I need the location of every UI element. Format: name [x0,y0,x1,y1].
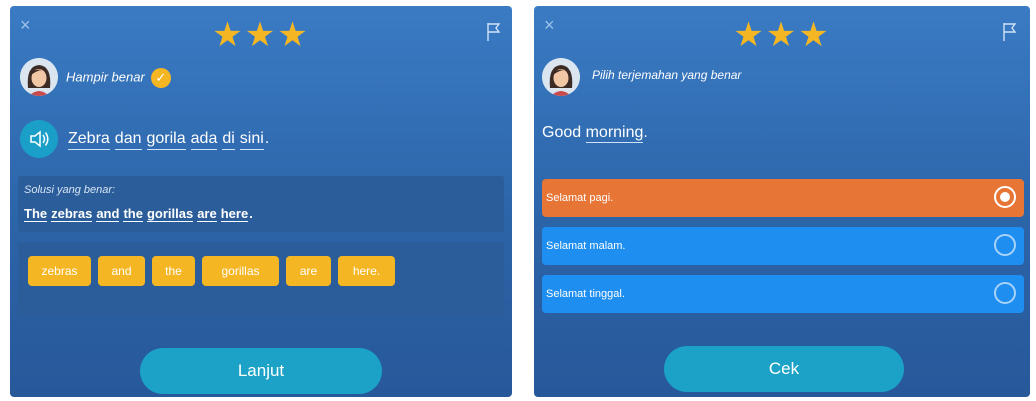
solution-sentence: The zebras and the gorillas are here. [24,206,253,222]
word-tile[interactable]: gorillas [202,256,279,286]
flag-icon[interactable] [486,22,502,42]
word-tile[interactable]: zebras [28,256,91,286]
sentence-punctuation: . [264,130,270,147]
instruction-text: Pilih terjemahan yang benar [592,68,742,82]
speaker-icon[interactable] [20,120,58,158]
word-tile[interactable]: here. [338,256,395,286]
answer-area: zebras and the gorillas are here. [18,242,504,316]
answer-option[interactable]: Selamat pagi. [542,179,1024,217]
option-label: Selamat malam. [546,240,626,252]
solution-word: here [220,206,249,222]
check-button[interactable]: Cek [664,346,904,392]
sentence-word[interactable]: sini [239,130,264,150]
word-tile[interactable]: the [152,256,195,286]
word-tile[interactable]: and [98,256,145,286]
sentence-word[interactable]: dan [114,130,142,150]
option-label: Selamat tinggal. [546,288,625,300]
solution-word: and [96,206,120,222]
check-icon: ✓ [150,68,171,88]
star-rating: ★★★ [212,16,310,54]
source-sentence: Zebra dan gorila ada di sini. [68,130,269,150]
feedback-panel: × ★★★ Hampir benar ✓ Zebra dan gorila ada di s… [10,6,512,397]
answer-option[interactable]: Selamat malam. [542,227,1024,265]
avatar [20,58,58,96]
option-label: Selamat pagi. [546,192,614,204]
solution-word: the [123,206,143,222]
sentence-word[interactable]: gorila [146,130,186,150]
solution-punctuation: . [249,206,253,221]
flag-icon[interactable] [1002,22,1018,42]
prompt-punctuation: . [643,124,648,141]
avatar [542,58,580,96]
answer-option[interactable]: Selamat tinggal. [542,275,1024,313]
sentence-word[interactable]: ada [190,130,218,150]
feedback-message: Hampir benar ✓ [66,68,171,88]
radio-selected-icon[interactable] [994,186,1016,208]
solution-word: gorillas [146,206,194,222]
solution-label: Solusi yang benar: [24,184,116,196]
continue-button[interactable]: Lanjut [140,348,382,394]
solution-box: Solusi yang benar: The zebras and the gorill… [18,176,504,232]
question-panel: × ★★★ Pilih terjemahan yang benar Good m… [534,6,1030,397]
solution-word: zebras [51,206,93,222]
word-tile[interactable]: are [286,256,331,286]
star-rating: ★★★ [733,16,831,54]
solution-word: are [197,206,217,222]
prompt-sentence: Good morning. [542,124,648,143]
prompt-word-underlined[interactable]: morning [585,124,644,143]
solution-word: The [24,206,48,222]
sentence-word[interactable]: Zebra [68,130,110,150]
radio-icon[interactable] [994,282,1016,304]
prompt-word: Good [542,124,582,141]
sentence-word[interactable]: di [222,130,235,150]
radio-icon[interactable] [994,234,1016,256]
